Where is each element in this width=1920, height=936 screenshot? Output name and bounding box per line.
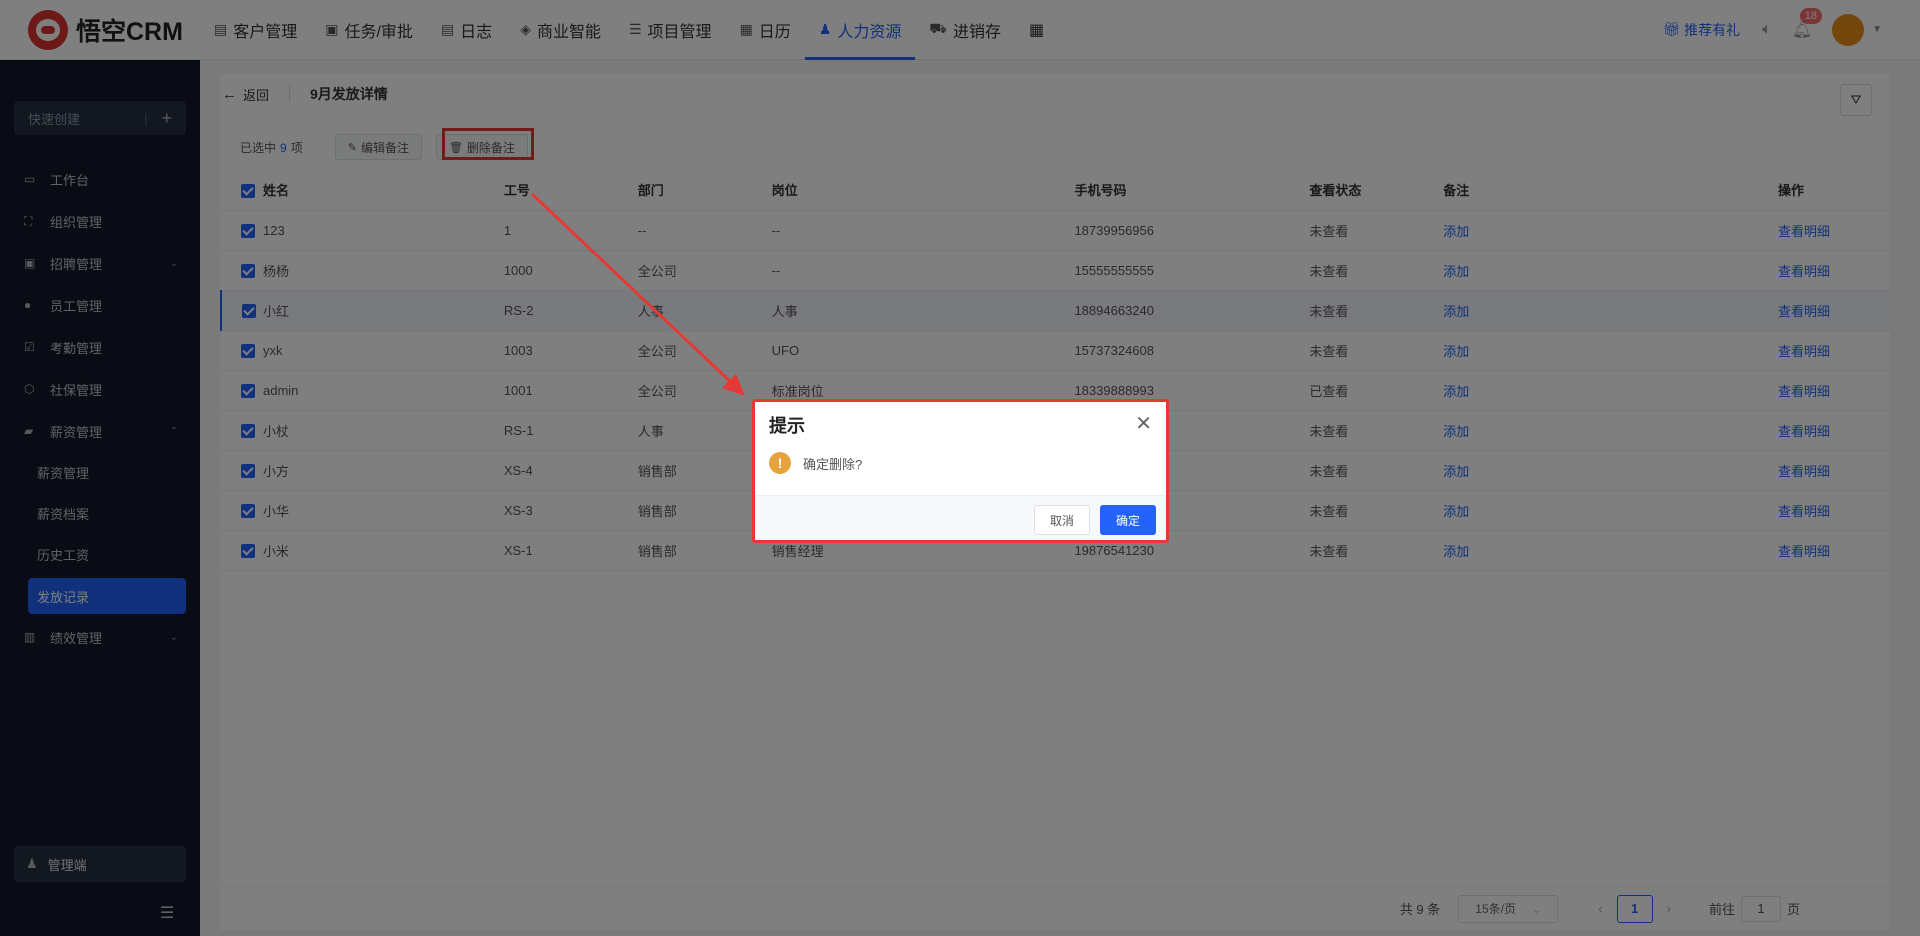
confirm-dialog: 提示 ✕ ! 确定删除? 取消 确定 xyxy=(752,399,1169,543)
dialog-body: ! 确定删除? xyxy=(769,452,862,474)
close-icon[interactable]: ✕ xyxy=(1135,411,1152,436)
dialog-message: 确定删除? xyxy=(803,456,863,472)
cancel-button[interactable]: 取消 xyxy=(1034,505,1090,535)
warning-icon: ! xyxy=(769,452,791,474)
dialog-title: 提示 xyxy=(769,416,805,436)
dialog-footer: 取消 确定 xyxy=(755,495,1166,540)
confirm-button[interactable]: 确定 xyxy=(1100,505,1156,535)
